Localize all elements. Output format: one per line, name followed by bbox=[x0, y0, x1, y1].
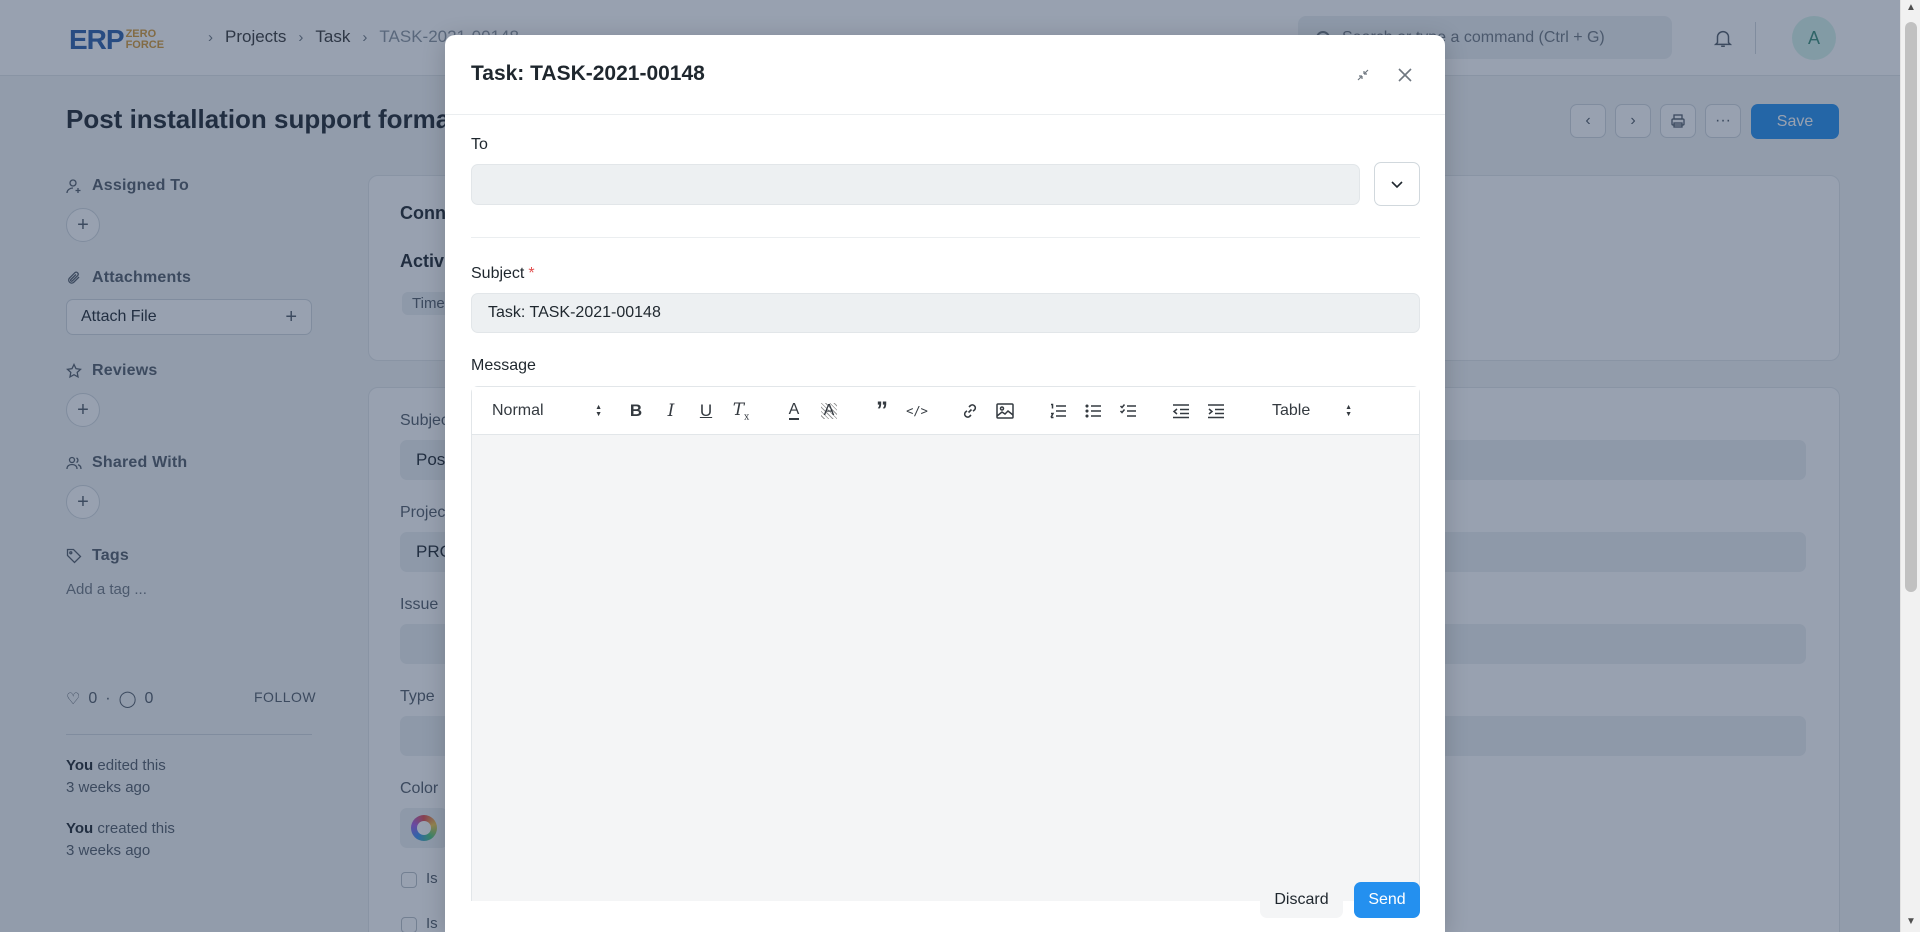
to-dropdown-button[interactable] bbox=[1374, 162, 1420, 206]
code-block-button[interactable]: </> bbox=[905, 399, 929, 423]
dialog-title: Task: TASK-2021-00148 bbox=[471, 62, 705, 85]
checklist-icon bbox=[1119, 404, 1136, 417]
italic-icon: I bbox=[667, 401, 675, 421]
email-dialog: Task: TASK-2021-00148 To Subject * Task: … bbox=[445, 35, 1445, 932]
subject-field[interactable]: Task: TASK-2021-00148 bbox=[471, 293, 1420, 333]
divider bbox=[445, 114, 1445, 115]
bold-icon: B bbox=[629, 401, 643, 420]
indent-button[interactable] bbox=[1204, 399, 1228, 423]
outdent-button[interactable] bbox=[1169, 399, 1193, 423]
divider bbox=[471, 237, 1420, 238]
minimize-button[interactable] bbox=[1349, 61, 1377, 89]
to-field[interactable] bbox=[471, 164, 1360, 205]
outdent-icon bbox=[1172, 404, 1189, 419]
font-color-icon: A bbox=[788, 401, 800, 420]
highlight-icon: A bbox=[820, 403, 838, 419]
message-body[interactable] bbox=[472, 435, 1419, 901]
minimize-icon bbox=[1357, 69, 1369, 81]
table-select-value: Table bbox=[1272, 402, 1311, 419]
table-select[interactable]: Table ▲ ▼ bbox=[1272, 399, 1352, 423]
editor-toolbar: Normal ▲ ▼ B I U Tx A A ” </> Table ▲ ▼ bbox=[472, 387, 1419, 435]
quote-icon: ” bbox=[876, 397, 888, 424]
close-icon bbox=[1398, 68, 1412, 82]
underline-button[interactable]: U bbox=[694, 399, 718, 423]
clear-format-button[interactable]: Tx bbox=[729, 399, 753, 423]
link-button[interactable] bbox=[958, 399, 982, 423]
bullet-list-icon bbox=[1085, 404, 1101, 418]
scroll-up-icon[interactable]: ▲ bbox=[1906, 2, 1916, 13]
message-label: Message bbox=[471, 357, 536, 374]
close-button[interactable] bbox=[1391, 61, 1419, 89]
subject-label-text: Subject bbox=[471, 265, 525, 282]
chevron-down-icon bbox=[1391, 181, 1403, 189]
required-marker: * bbox=[528, 265, 535, 282]
scroll-down-icon[interactable]: ▼ bbox=[1906, 916, 1916, 927]
underline-icon: U bbox=[699, 401, 713, 420]
scrollbar-thumb[interactable] bbox=[1905, 22, 1917, 592]
ordered-list-icon bbox=[1050, 403, 1066, 419]
bold-button[interactable]: B bbox=[624, 399, 648, 423]
ordered-list-button[interactable] bbox=[1046, 399, 1070, 423]
font-color-button[interactable]: A bbox=[782, 399, 806, 423]
format-select-value: Normal bbox=[492, 402, 544, 419]
discard-button[interactable]: Discard bbox=[1260, 882, 1343, 918]
format-select[interactable]: Normal ▲ ▼ bbox=[492, 399, 602, 423]
to-label: To bbox=[471, 136, 488, 153]
code-icon: </> bbox=[906, 404, 928, 418]
checklist-button[interactable] bbox=[1116, 399, 1140, 423]
updown-icon: ▲ ▼ bbox=[1345, 404, 1352, 418]
italic-button[interactable]: I bbox=[659, 399, 683, 423]
message-editor: Normal ▲ ▼ B I U Tx A A ” </> Table ▲ ▼ bbox=[471, 386, 1420, 901]
blockquote-button[interactable]: ” bbox=[870, 399, 894, 423]
link-icon bbox=[963, 404, 977, 418]
indent-icon bbox=[1208, 404, 1224, 419]
background-color-button[interactable]: A bbox=[817, 399, 841, 423]
updown-icon: ▲ ▼ bbox=[595, 404, 602, 418]
subject-label: Subject * bbox=[471, 265, 535, 283]
bullet-list-button[interactable] bbox=[1081, 399, 1105, 423]
clear-format-icon: Tx bbox=[732, 399, 750, 423]
send-button[interactable]: Send bbox=[1354, 882, 1420, 918]
scrollbar[interactable]: ▲ ▼ bbox=[1900, 0, 1920, 932]
image-icon bbox=[996, 403, 1014, 419]
image-button[interactable] bbox=[993, 399, 1017, 423]
